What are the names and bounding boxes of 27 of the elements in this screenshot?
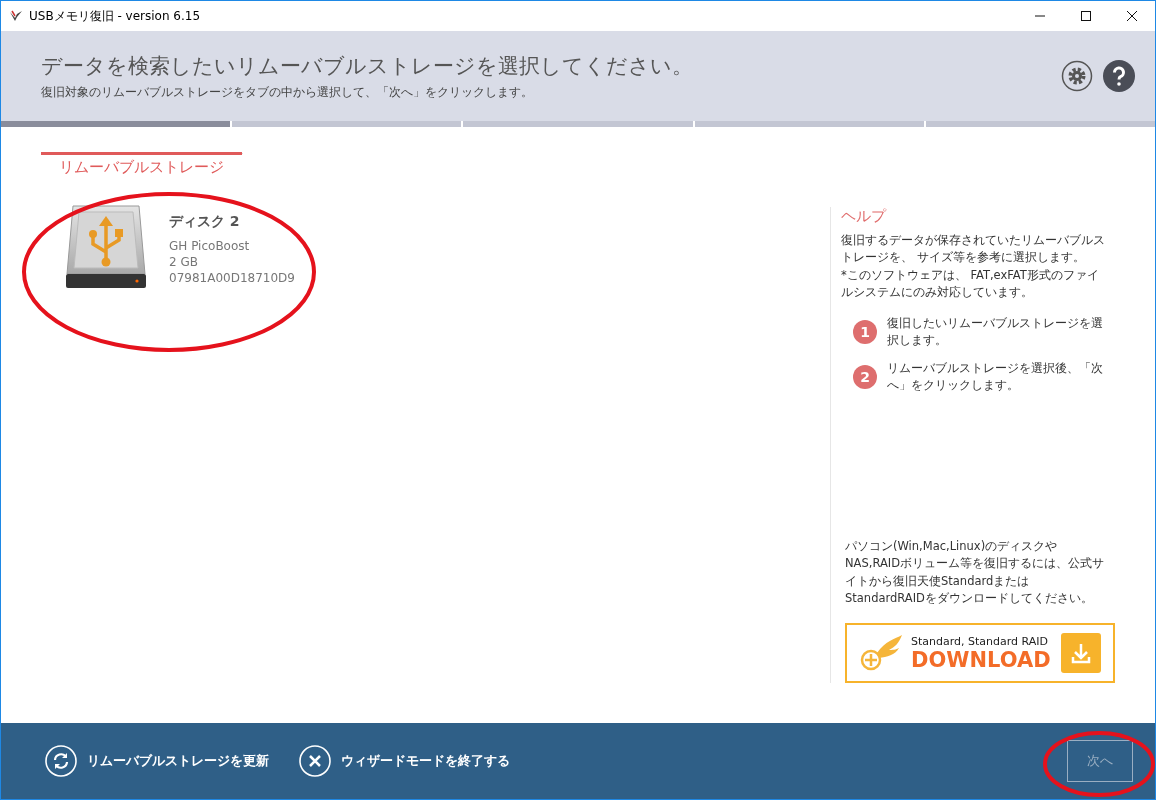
refresh-icon (45, 745, 77, 777)
help-title: ヘルプ (841, 207, 888, 226)
step-number: 1 (853, 320, 877, 345)
device-name: ディスク 2 (169, 213, 241, 231)
download-icon (1061, 633, 1101, 673)
device-model: GH PicoBoost (169, 239, 251, 253)
app-logo-icon (9, 9, 23, 23)
help-icon[interactable] (1103, 60, 1135, 92)
device-size: 2 GB (169, 255, 199, 269)
winged-plus-icon (859, 633, 903, 673)
settings-icon[interactable] (1061, 60, 1093, 92)
window-title: USBメモリ復旧 - version 6.15 (29, 7, 201, 25)
step-text: リムーバブルストレージを選択後、「次へ」をクリックします。 (887, 359, 1104, 394)
download-caption: Standard, Standard RAID (911, 634, 1049, 648)
close-circle-icon (299, 745, 331, 777)
download-banner[interactable]: Standard, Standard RAID DOWNLOAD (845, 623, 1115, 683)
storage-tab[interactable]: リムーバブルストレージ (41, 152, 242, 180)
refresh-button[interactable]: リムーバブルストレージを更新 (45, 745, 269, 777)
step-number: 2 (853, 364, 877, 389)
exit-wizard-button[interactable]: ウィザードモードを終了する (299, 745, 510, 777)
download-label: DOWNLOAD (911, 647, 1052, 672)
page-heading: データを検索したいリムーバブルストレージを選択してください。 (41, 52, 694, 80)
help-description: 復旧するデータが保存されていたリムーバブルストレージを、 サイズ等を参考に選択します。 *このソフトウェアは、 FAT,exFAT形式のファイルシステムにのみ対応しています。 (841, 232, 1106, 301)
promo-text: パソコン(Win,Mac,Linux)のディスクやNAS,RAIDボリューム等を復旧するには、公式サイトから復旧天使StandardまたはStandardRAIDをダウンロードしてください。 (844, 538, 1106, 607)
device-serial: 07981A00D18710D9 (169, 271, 295, 285)
page-subtitle: 復旧対象のリムーバブルストレージをタブの中から選択して、「次へ」をクリックします。 (41, 83, 534, 101)
step-text: 復旧したいリムーバブルストレージを選択します。 (887, 315, 1104, 350)
